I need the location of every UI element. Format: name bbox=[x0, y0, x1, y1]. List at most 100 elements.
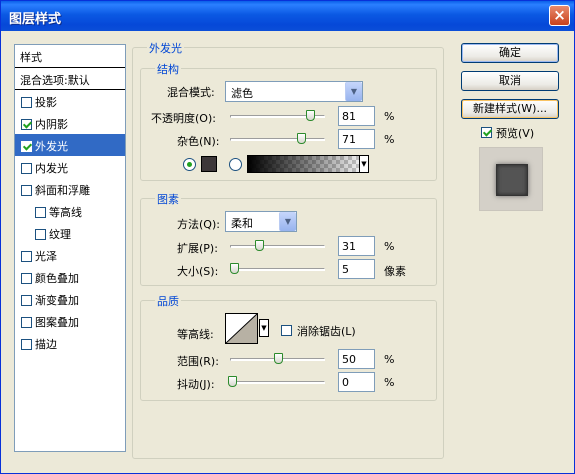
noise-input[interactable]: 71 bbox=[338, 129, 375, 149]
style-checkbox[interactable] bbox=[21, 141, 32, 152]
window-title: 图层样式 bbox=[9, 12, 62, 27]
style-list-item-label: 投影 bbox=[35, 96, 57, 109]
antialias-checkbox[interactable] bbox=[281, 325, 292, 336]
style-checkbox[interactable] bbox=[21, 295, 32, 306]
spread-slider[interactable] bbox=[230, 245, 325, 248]
style-list-item-label: 内发光 bbox=[35, 162, 68, 175]
opacity-unit: % bbox=[384, 110, 395, 123]
noise-unit: % bbox=[384, 133, 395, 146]
size-unit: 像素 bbox=[384, 265, 406, 278]
style-checkbox[interactable] bbox=[21, 273, 32, 284]
outer-glow-panel: 外发光 结构 混合模式: 滤色 ▼ 不透明度(O): 81 % 杂色(N): 7… bbox=[132, 40, 444, 459]
jitter-input[interactable]: 0 bbox=[338, 372, 375, 392]
style-list-item-label: 渐变叠加 bbox=[35, 294, 79, 307]
chevron-down-icon: ▼ bbox=[345, 82, 362, 101]
style-list-item-label: 描边 bbox=[35, 338, 57, 351]
style-checkbox[interactable] bbox=[21, 119, 32, 130]
style-list-item[interactable]: 描边 bbox=[15, 332, 125, 354]
jitter-slider[interactable] bbox=[230, 381, 325, 384]
style-list-item[interactable]: 光泽 bbox=[15, 244, 125, 266]
spread-unit: % bbox=[384, 240, 395, 253]
style-list-item[interactable]: 等高线 bbox=[15, 200, 125, 222]
contour-curve-icon bbox=[226, 314, 257, 343]
style-list-item[interactable]: 图案叠加 bbox=[15, 310, 125, 332]
style-list-item[interactable]: 内阴影 bbox=[15, 112, 125, 134]
style-list-item-label: 图案叠加 bbox=[35, 316, 79, 329]
close-button[interactable]: × bbox=[549, 5, 570, 26]
style-list-item[interactable]: 渐变叠加 bbox=[15, 288, 125, 310]
elements-group: 图素 方法(Q): 柔和 ▼ 扩展(P): 31 % 大小(S): 5 像素 bbox=[140, 191, 437, 286]
solid-color-radio[interactable] bbox=[183, 158, 196, 171]
style-list-item[interactable]: 颜色叠加 bbox=[15, 266, 125, 288]
technique-value: 柔和 bbox=[231, 217, 253, 230]
opacity-input[interactable]: 81 bbox=[338, 106, 375, 126]
structure-group: 结构 混合模式: 滤色 ▼ 不透明度(O): 81 % 杂色(N): 71 % … bbox=[140, 61, 437, 181]
jitter-label: 抖动(J): bbox=[177, 378, 215, 391]
spread-slider-thumb[interactable] bbox=[255, 240, 264, 251]
antialias-label: 消除锯齿(L) bbox=[297, 325, 356, 338]
style-checkbox[interactable] bbox=[21, 317, 32, 328]
new-style-button[interactable]: 新建样式(W)... bbox=[461, 99, 559, 119]
style-list-item-label: 光泽 bbox=[35, 250, 57, 263]
style-checkbox[interactable] bbox=[35, 229, 46, 240]
noise-label: 杂色(N): bbox=[177, 135, 220, 148]
chevron-down-icon: ▼ bbox=[279, 212, 296, 231]
contour-picker[interactable] bbox=[225, 313, 258, 344]
style-list-item[interactable]: 外发光 bbox=[15, 134, 125, 156]
style-list-item-label: 外发光 bbox=[35, 140, 68, 153]
layer-style-dialog: 图层样式 × 样式 混合选项:默认 投影 内阴影 外发光 内发光 斜面和浮雕 等高线 纹理光… bbox=[0, 0, 575, 474]
style-preview bbox=[479, 147, 543, 211]
range-input[interactable]: 50 bbox=[338, 349, 375, 369]
title-bar[interactable]: 图层样式 × bbox=[1, 1, 574, 31]
blend-mode-select[interactable]: 滤色 ▼ bbox=[225, 81, 363, 102]
opacity-slider-thumb[interactable] bbox=[306, 110, 315, 121]
blend-mode-label: 混合模式: bbox=[167, 86, 215, 99]
quality-title: 品质 bbox=[155, 293, 181, 309]
glow-gradient-picker[interactable] bbox=[247, 155, 368, 173]
blend-mode-value: 滤色 bbox=[231, 87, 253, 100]
style-checkbox[interactable] bbox=[35, 207, 46, 218]
gradient-dropdown-icon[interactable]: ▼ bbox=[359, 155, 369, 173]
style-checkbox[interactable] bbox=[21, 339, 32, 350]
contour-label: 等高线: bbox=[177, 328, 214, 341]
style-list-item[interactable]: 斜面和浮雕 bbox=[15, 178, 125, 200]
style-checkbox[interactable] bbox=[21, 163, 32, 174]
style-list-item[interactable]: 投影 bbox=[15, 90, 125, 112]
opacity-label: 不透明度(O): bbox=[151, 112, 216, 125]
range-label: 范围(R): bbox=[177, 355, 219, 368]
noise-slider[interactable] bbox=[230, 138, 325, 141]
blending-options-item[interactable]: 混合选项:默认 bbox=[15, 68, 125, 90]
preview-checkbox[interactable] bbox=[481, 127, 492, 138]
range-slider-thumb[interactable] bbox=[274, 353, 283, 364]
structure-title: 结构 bbox=[155, 61, 181, 77]
size-input[interactable]: 5 bbox=[338, 259, 375, 279]
preview-label: 预览(V) bbox=[496, 127, 535, 140]
style-checkbox[interactable] bbox=[21, 251, 32, 262]
range-unit: % bbox=[384, 353, 395, 366]
styles-header[interactable]: 样式 bbox=[15, 45, 125, 68]
style-preview-swatch bbox=[496, 164, 528, 196]
quality-group: 品质 等高线: ▼ 消除锯齿(L) 范围(R): 50 % 抖动(J): 0 % bbox=[140, 293, 437, 401]
styles-list: 样式 混合选项:默认 投影内阴影外发光内发光斜面和浮雕等高线 纹理光泽颜色叠加渐变… bbox=[14, 44, 126, 452]
jitter-slider-thumb[interactable] bbox=[228, 376, 237, 387]
outer-glow-title: 外发光 bbox=[147, 40, 184, 56]
gradient-radio[interactable] bbox=[229, 158, 242, 171]
size-slider[interactable] bbox=[230, 268, 325, 271]
style-list-item-label: 斜面和浮雕 bbox=[35, 184, 90, 197]
technique-select[interactable]: 柔和 ▼ bbox=[225, 211, 297, 232]
size-label: 大小(S): bbox=[177, 265, 219, 278]
elements-title: 图素 bbox=[155, 191, 181, 207]
ok-button[interactable]: 确定 bbox=[461, 43, 559, 63]
spread-input[interactable]: 31 bbox=[338, 236, 375, 256]
noise-slider-thumb[interactable] bbox=[297, 133, 306, 144]
cancel-button[interactable]: 取消 bbox=[461, 71, 559, 91]
contour-dropdown-icon[interactable]: ▼ bbox=[259, 319, 269, 337]
size-slider-thumb[interactable] bbox=[230, 263, 239, 274]
style-list-item[interactable]: 内发光 bbox=[15, 156, 125, 178]
style-checkbox[interactable] bbox=[21, 97, 32, 108]
style-list-item[interactable]: 纹理 bbox=[15, 222, 125, 244]
technique-label: 方法(Q): bbox=[177, 218, 220, 231]
style-checkbox[interactable] bbox=[21, 185, 32, 196]
glow-color-swatch[interactable] bbox=[201, 156, 217, 172]
spread-label: 扩展(P): bbox=[177, 242, 218, 255]
